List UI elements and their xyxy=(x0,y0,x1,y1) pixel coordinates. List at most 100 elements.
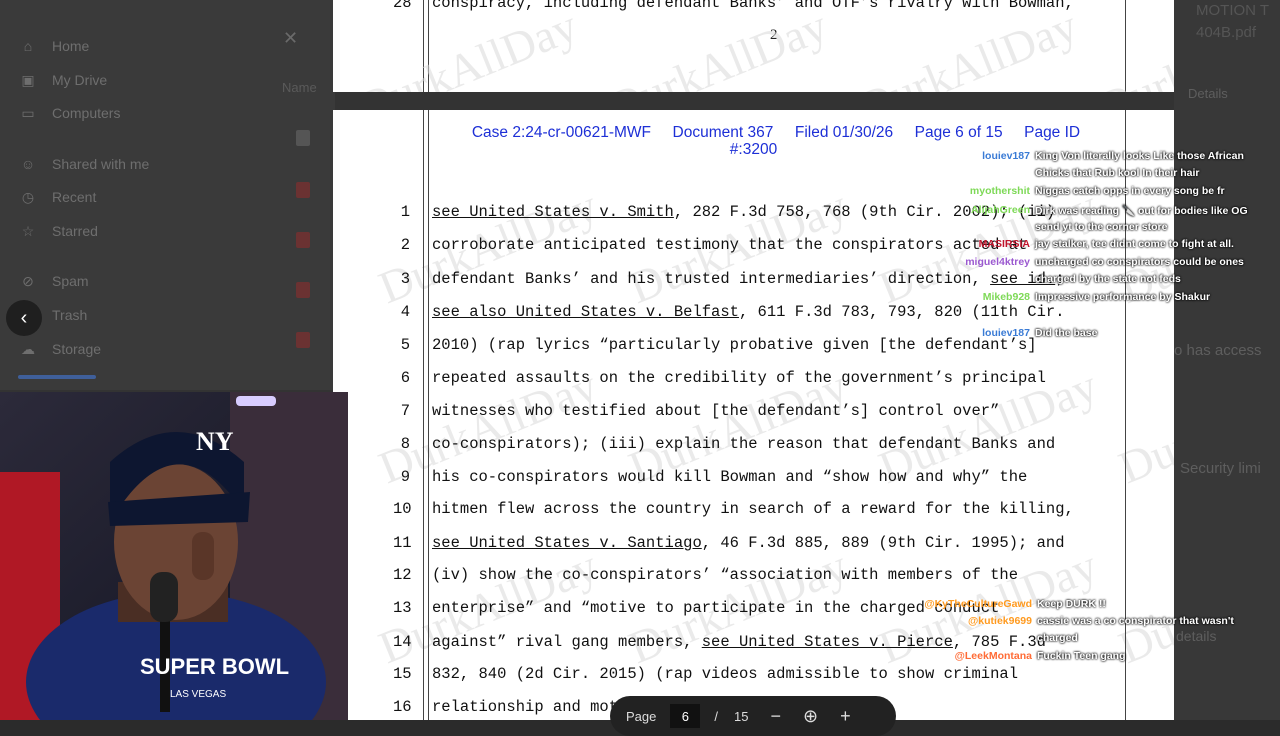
storage-bar xyxy=(18,375,96,379)
details-tab[interactable]: Details xyxy=(1188,86,1228,101)
chat-message: uncharged co conspirators could be ones xyxy=(1035,256,1244,268)
line-number: 5 xyxy=(400,336,410,354)
page-number-input[interactable] xyxy=(670,704,701,728)
page-label: Page xyxy=(626,708,657,724)
zoom-icon[interactable]: ⊕ xyxy=(803,706,818,727)
star-icon: ☆ xyxy=(21,222,35,239)
nav-starred[interactable]: ☆ Starred xyxy=(20,222,98,240)
clock-icon: ◷ xyxy=(21,188,35,205)
security-heading: Security limi xyxy=(1180,460,1261,477)
line-text: repeated assaults on the credibility of … xyxy=(432,369,1046,387)
line-number: 11 xyxy=(393,534,412,552)
chat-username: Mikeb928 xyxy=(982,291,1030,303)
nav-home[interactable]: ⌂ Home xyxy=(20,38,90,54)
drive-icon: ▣ xyxy=(21,71,35,88)
spam-icon: ⊘ xyxy=(22,272,34,289)
name-column-header[interactable]: Name xyxy=(282,80,317,95)
document-line: see also United States v. Belfast, 611 F… xyxy=(432,303,1065,321)
chat-username: AlijahGreen xyxy=(971,204,1030,216)
computer-icon: ▭ xyxy=(21,104,35,121)
folder-icon xyxy=(296,130,310,146)
nav-spam[interactable]: ⊘ Spam xyxy=(20,272,89,290)
details-panel: MOTION T 404B.pdf Details o has access S… xyxy=(1174,0,1280,720)
chat-message: Impressive performance by Shakur xyxy=(1035,291,1211,303)
pdf-page-prev: 28 conspiracy, including defendant Banks… xyxy=(333,0,1174,92)
line-number: 12 xyxy=(393,566,412,584)
document-line: defendant Banks’ and his trusted interme… xyxy=(432,270,1065,288)
document-line: see United States v. Smith, 282 F.3d 758… xyxy=(432,203,1055,221)
chat-username: myothershit xyxy=(969,185,1030,197)
pdf-file-icon xyxy=(296,182,310,198)
chat-message: Chicks that Rub kool In their hair xyxy=(1035,167,1200,179)
line-number: 8 xyxy=(400,435,410,453)
document-line: 832, 840 (2d Cir. 2015) (rap videos admi… xyxy=(432,665,1018,683)
case-citation: see United States v. Smith xyxy=(432,203,674,221)
nav-trash-label: Trash xyxy=(52,307,88,323)
people-icon: ☺ xyxy=(20,156,36,172)
chat-username: @LeekMontana xyxy=(954,650,1032,662)
case-header-line1: Case 2:24-cr-00621-MWF Document 367 File… xyxy=(471,124,1081,141)
line-number: 14 xyxy=(393,633,412,651)
streamer-image: SUPER BOWL LAS VEGAS NY xyxy=(0,392,348,720)
line-text: defendant Banks’ and his trusted interme… xyxy=(432,270,991,288)
line-text: co-conspirators); (iii) explain the reas… xyxy=(432,435,1056,453)
watermark: DurkAllDay xyxy=(851,0,1085,92)
line-text: witnesses who testified about [the defen… xyxy=(432,402,1000,420)
chat-username: louiev187 xyxy=(982,150,1030,162)
line-number: 4 xyxy=(400,303,410,321)
chat-username: MASIRSIA xyxy=(978,238,1030,250)
nav-storage-label: Storage xyxy=(52,341,102,357)
svg-text:LAS VEGAS: LAS VEGAS xyxy=(170,689,226,700)
back-arrow-icon[interactable]: ‹ xyxy=(6,300,42,336)
line-text: 832, 840 (2d Cir. 2015) (rap videos admi… xyxy=(432,665,1018,683)
chat-username: @KyTheCultureGawd xyxy=(924,598,1032,610)
svg-text:SUPER BOWL: SUPER BOWL xyxy=(140,654,289,679)
document-line: witnesses who testified about [the defen… xyxy=(432,402,999,420)
webcam-feed: SUPER BOWL LAS VEGAS NY xyxy=(0,392,348,720)
prev-page-text: conspiracy, including defendant Banks’ a… xyxy=(432,0,1074,12)
nav-shared[interactable]: ☺ Shared with me xyxy=(20,156,149,172)
line-number: 16 xyxy=(393,698,412,716)
line-number: 1 xyxy=(400,203,410,221)
document-line: corroborate anticipated testimony that t… xyxy=(432,236,1027,254)
document-line: see United States v. Santiago, 46 F.3d 8… xyxy=(432,534,1065,552)
line-text: against” rival gang members, xyxy=(432,633,702,651)
chat-message: Keep DURK !! xyxy=(1037,598,1106,610)
drive-sidebar: ⌂ Home ▣ My Drive ▭ Computers ☺ Shared with … xyxy=(0,0,335,390)
line-text: hitmen flew across the country in search… xyxy=(432,500,1074,518)
watermark: DurkAllDay xyxy=(601,0,835,92)
cloud-icon: ☁ xyxy=(21,340,35,357)
line-text: his co-conspirators would kill Bowman an… xyxy=(432,468,1028,486)
chat-message: send yt to the corner store xyxy=(1035,221,1168,233)
document-line: repeated assaults on the credibility of … xyxy=(432,369,1046,387)
zoom-in-icon[interactable]: + xyxy=(840,706,851,727)
nav-storage[interactable]: ☁ Storage xyxy=(20,340,102,358)
chat-message: Dirk was reading 🔪 out for bodies like O… xyxy=(1035,205,1248,217)
details-link[interactable]: details xyxy=(1176,628,1216,644)
nav-recent-label: Recent xyxy=(52,189,97,205)
chat-message: charged xyxy=(1037,632,1078,644)
document-line: enterprise” and “motive to participate i… xyxy=(432,599,999,617)
nav-shared-label: Shared with me xyxy=(52,156,150,172)
zoom-out-icon[interactable]: − xyxy=(770,706,781,727)
nav-spam-label: Spam xyxy=(52,273,89,289)
line-text: , 611 F.3d 783, 793, 820 (11th Cir. xyxy=(738,303,1065,321)
document-line: against” rival gang members, see United … xyxy=(432,633,1046,651)
case-citation: see United States v. Pierce xyxy=(701,633,953,651)
nav-recent[interactable]: ◷ Recent xyxy=(20,188,97,206)
line-number: 9 xyxy=(400,468,410,486)
nav-computers[interactable]: ▭ Computers xyxy=(20,104,120,122)
close-icon[interactable]: ✕ xyxy=(283,28,298,49)
chat-message: charged by the state not feds xyxy=(1035,273,1181,285)
line-number: 6 xyxy=(400,369,410,387)
case-citation: see United States v. Santiago xyxy=(432,534,702,552)
pdf-toolbar: Page / 15 − ⊕ + xyxy=(610,696,896,736)
chat-username: miguel4ktrey xyxy=(965,256,1030,268)
file-title: MOTION T 404B.pdf xyxy=(1196,2,1270,41)
line-number: 3 xyxy=(400,270,410,288)
document-line: hitmen flew across the country in search… xyxy=(432,500,1074,518)
pdf-file-icon xyxy=(296,232,310,248)
nav-starred-label: Starred xyxy=(52,223,98,239)
nav-my-drive[interactable]: ▣ My Drive xyxy=(20,71,108,89)
nav-my-drive-label: My Drive xyxy=(52,72,108,88)
